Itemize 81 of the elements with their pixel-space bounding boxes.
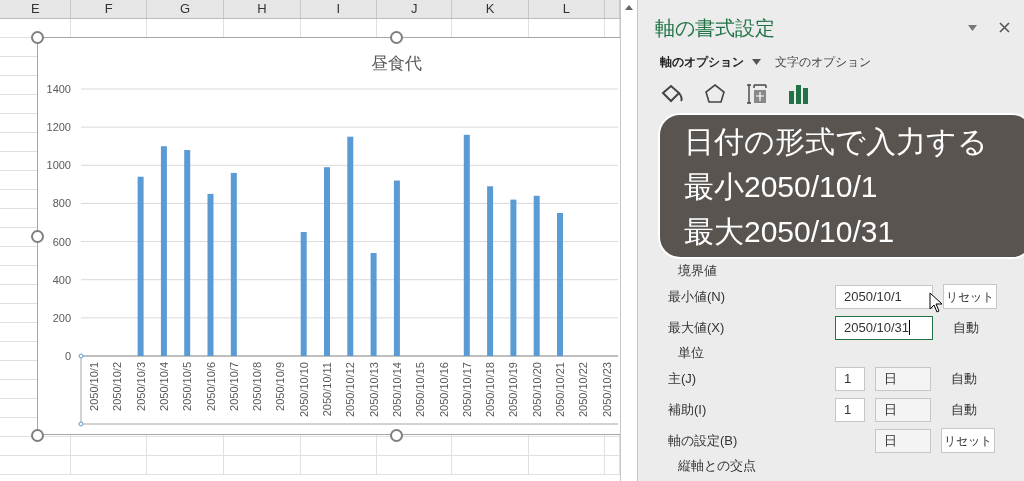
chart-area[interactable] <box>37 37 620 435</box>
scroll-up-icon[interactable] <box>625 4 633 10</box>
column-header[interactable]: G <box>179 0 191 19</box>
mouse-pointer-icon <box>929 292 943 314</box>
x-tick-label: 2050/10/19 <box>507 362 520 418</box>
x-tick-label: 2050/10/12 <box>344 362 357 418</box>
x-tick-label: 2050/10/3 <box>134 362 147 411</box>
unit-dropdown[interactable]: 日 <box>875 397 931 422</box>
x-tick-label: 2050/10/18 <box>484 362 497 418</box>
pentagon-icon[interactable] <box>704 83 726 105</box>
size-icon[interactable] <box>746 83 768 105</box>
reset-button[interactable]: リセット <box>941 428 995 453</box>
dropdown-caret-icon[interactable] <box>968 24 977 31</box>
input-field[interactable]: 2050/10/1 <box>835 284 933 309</box>
close-icon[interactable] <box>999 22 1010 33</box>
column-header[interactable]: I <box>336 0 341 19</box>
scrollbar[interactable] <box>620 0 638 481</box>
unit-dropdown[interactable]: 日 <box>875 366 931 391</box>
y-tick-label: 1400 <box>46 83 71 95</box>
x-tick-label: 2050/10/21 <box>554 362 566 418</box>
x-tick-label: 2050/10/2 <box>111 362 124 411</box>
axis-handle[interactable] <box>78 421 84 427</box>
x-tick-label: 2050/10/6 <box>204 362 217 411</box>
x-tick-label: 2050/10/15 <box>414 362 427 418</box>
y-tick-label: 600 <box>52 235 71 248</box>
x-tick-label: 2050/10/7 <box>227 362 240 411</box>
y-tick-label: 1200 <box>46 121 71 134</box>
x-tick-label: 2050/10/5 <box>181 362 194 411</box>
y-tick-label: 1000 <box>46 159 71 172</box>
x-tick-label: 2050/10/20 <box>530 362 543 418</box>
x-tick-label: 2050/10/16 <box>437 362 450 418</box>
caption-text: 最小2050/10/1 <box>684 168 879 205</box>
y-tick-label: 200 <box>52 311 71 324</box>
panel-tab[interactable]: 文字のオプション <box>775 53 871 71</box>
x-tick-label: 2050/10/11 <box>321 362 333 417</box>
caret-icon[interactable] <box>752 59 761 65</box>
reset-button[interactable]: リセット <box>943 284 997 309</box>
chart-title: 昼食代 <box>370 54 422 73</box>
axis-handle[interactable] <box>78 353 84 359</box>
x-tick-label: 2050/10/14 <box>390 362 403 418</box>
field-label: 主(J) <box>667 369 698 388</box>
section-heading: 単位 <box>677 344 705 362</box>
auto-label: 自動 <box>951 369 977 388</box>
field-label: 最大値(X) <box>667 318 726 337</box>
x-tick-label: 2050/10/23 <box>600 362 613 418</box>
input-field[interactable]: 1 <box>835 366 865 391</box>
paint-bucket-icon[interactable] <box>660 83 684 105</box>
input-field[interactable]: 2050/10/31 <box>835 315 933 340</box>
panel-title: 軸の書式設定 <box>655 15 775 41</box>
unit-dropdown[interactable]: 日 <box>875 428 931 453</box>
x-tick-label: 2050/10/17 <box>460 362 473 418</box>
section-heading: 境界値 <box>677 262 718 280</box>
field-label: 補助(I) <box>667 400 708 419</box>
y-tick-label: 800 <box>52 197 71 210</box>
caption-text: 最大2050/10/31 <box>684 213 896 250</box>
caption-text: 日付の形式で入力する <box>684 123 989 160</box>
y-tick-label: 0 <box>64 350 71 362</box>
input-field[interactable]: 1 <box>835 397 865 422</box>
x-tick-label: 2050/10/13 <box>367 362 380 418</box>
auto-label: 自動 <box>953 318 979 337</box>
field-label: 軸の設定(B) <box>667 431 739 450</box>
x-tick-label: 2050/10/10 <box>297 362 310 418</box>
field-label: 最小値(N) <box>667 287 727 306</box>
section-heading: 縦軸との交点 <box>677 457 757 475</box>
x-tick-label: 2050/10/1 <box>88 362 100 411</box>
resize-handle[interactable] <box>31 31 44 44</box>
panel-tab[interactable]: 軸のオプション <box>660 53 761 71</box>
y-tick-label: 400 <box>52 273 71 286</box>
column-header[interactable]: F <box>104 0 113 19</box>
bar-chart-icon[interactable] <box>788 83 810 105</box>
column-header[interactable]: K <box>485 0 495 19</box>
column-header[interactable]: J <box>410 0 418 19</box>
resize-handle[interactable] <box>31 429 44 442</box>
auto-label: 自動 <box>951 400 977 419</box>
x-tick-label: 2050/10/8 <box>251 362 264 411</box>
column-header[interactable]: L <box>562 0 571 19</box>
column-header[interactable]: H <box>257 0 267 19</box>
x-tick-label: 2050/10/22 <box>577 362 590 418</box>
column-header[interactable]: E <box>30 0 40 19</box>
x-tick-label: 2050/10/4 <box>157 362 170 411</box>
x-tick-label: 2050/10/9 <box>274 362 287 411</box>
